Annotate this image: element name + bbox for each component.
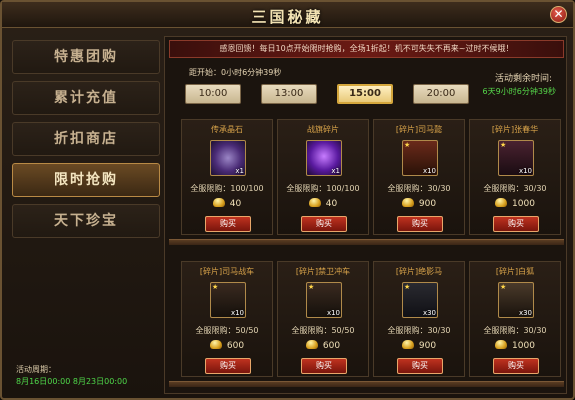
item-card: [碎片]司马懿 ★ x10 全服限购：30/30 900 购买 xyxy=(373,119,465,235)
star-icon: ★ xyxy=(500,283,507,291)
item-qty: x10 xyxy=(518,167,532,175)
item-qty: x10 xyxy=(422,167,436,175)
item-qty: x10 xyxy=(326,309,340,317)
item-price: 1000 xyxy=(470,340,560,351)
star-icon: ★ xyxy=(404,283,411,291)
tab-1300[interactable]: 13:00 xyxy=(261,84,317,104)
item-name: 战旗碎片 xyxy=(307,125,339,134)
item-limit: 全服限购：30/30 xyxy=(483,326,547,335)
close-button[interactable]: ✕ xyxy=(550,6,567,23)
chariot-icon[interactable]: ★ x10 xyxy=(306,282,342,318)
title-bar: 三国秘藏 ✕ xyxy=(2,2,573,28)
crystal-icon[interactable]: x1 xyxy=(306,140,342,176)
item-card: 战旗碎片 x1 全服限购：100/100 40 购买 xyxy=(277,119,369,235)
menu-item-treasures[interactable]: 天下珍宝 xyxy=(12,204,160,238)
shelf-divider xyxy=(169,381,564,387)
item-name: [碎片]司马懿 xyxy=(395,125,443,134)
item-price: 600 xyxy=(182,340,272,351)
sale-panel: 感恩回馈！每日10点开始限时抢购，全场1折起！机不可失失不再来~过时不候哦！ 距… xyxy=(164,36,567,394)
item-name: 传承晶石 xyxy=(211,125,243,134)
item-price: 900 xyxy=(374,340,464,351)
remaining-time-value: 6天9小时6分钟39秒 xyxy=(482,87,556,96)
horse-icon[interactable]: ★ x30 xyxy=(402,282,438,318)
buy-button[interactable]: 购买 xyxy=(493,358,539,374)
item-price: 40 xyxy=(278,198,368,209)
item-card: 传承晶石 x1 全服限购：100/100 40 购买 xyxy=(181,119,273,235)
tab-1000[interactable]: 10:00 xyxy=(185,84,241,104)
item-name: [碎片]绝影马 xyxy=(395,267,443,276)
item-name: [碎片]白狐 xyxy=(495,267,535,276)
star-icon: ★ xyxy=(212,283,219,291)
item-limit: 全服限购：30/30 xyxy=(387,184,451,193)
buy-button[interactable]: 购买 xyxy=(205,358,251,374)
menu-item-group-buy[interactable]: 特惠团购 xyxy=(12,40,160,74)
gold-ingot-icon xyxy=(495,340,508,349)
item-qty: x30 xyxy=(518,309,532,317)
buy-button[interactable]: 购买 xyxy=(205,216,251,232)
menu-item-cumulative-recharge[interactable]: 累计充值 xyxy=(12,81,160,115)
event-window: 三国秘藏 ✕ 特惠团购 累计充值 折扣商店 限时抢购 天下珍宝 活动周期： 8月… xyxy=(0,0,575,400)
item-limit: 全服限购：50/50 xyxy=(291,326,355,335)
item-price: 1000 xyxy=(470,198,560,209)
start-countdown: 距开始：0小时6分钟39秒 xyxy=(189,68,282,77)
buy-button[interactable]: 购买 xyxy=(301,358,347,374)
lady-portrait-icon[interactable]: ★ x10 xyxy=(498,140,534,176)
buy-button[interactable]: 购买 xyxy=(397,358,443,374)
event-period-label: 活动周期： xyxy=(16,365,56,374)
star-icon: ★ xyxy=(500,141,507,149)
tab-1500[interactable]: 15:00 xyxy=(337,84,393,104)
item-name: [碎片]张春华 xyxy=(491,125,539,134)
gold-ingot-icon xyxy=(495,198,508,207)
menu-item-discount-shop[interactable]: 折扣商店 xyxy=(12,122,160,156)
item-qty: x10 xyxy=(230,309,244,317)
buy-button[interactable]: 购买 xyxy=(301,216,347,232)
remaining-time-label: 活动剩余时间: xyxy=(494,74,552,84)
stone-icon[interactable]: x1 xyxy=(210,140,246,176)
item-card: [碎片]司马战车 ★ x10 全服限购：50/50 600 购买 xyxy=(181,261,273,377)
item-price: 600 xyxy=(278,340,368,351)
item-card: [碎片]禁卫冲车 ★ x10 全服限购：50/50 600 购买 xyxy=(277,261,369,377)
star-icon: ★ xyxy=(404,141,411,149)
item-qty: x30 xyxy=(422,309,436,317)
gold-ingot-icon xyxy=(401,198,414,207)
menu-item-flash-sale[interactable]: 限时抢购 xyxy=(12,163,160,197)
item-limit: 全服限购：100/100 xyxy=(190,184,264,193)
item-price: 40 xyxy=(182,198,272,209)
item-card: [碎片]绝影马 ★ x30 全服限购：30/30 900 购买 xyxy=(373,261,465,377)
gold-ingot-icon xyxy=(305,340,318,349)
tab-2000[interactable]: 20:00 xyxy=(413,84,469,104)
time-slot-tabs: 10:00 13:00 15:00 20:00 xyxy=(185,84,470,104)
star-icon: ★ xyxy=(308,283,315,291)
chariot-icon[interactable]: ★ x10 xyxy=(210,282,246,318)
gold-ingot-icon xyxy=(209,340,222,349)
item-card: [碎片]张春华 ★ x10 全服限购：30/30 1000 购买 xyxy=(469,119,561,235)
event-period: 活动周期： 8月16日00:00 8月23日00:00 xyxy=(16,364,127,388)
item-qty: x1 xyxy=(235,167,244,175)
event-period-value: 8月16日00:00 8月23日00:00 xyxy=(16,377,128,386)
window-title: 三国秘藏 xyxy=(251,8,324,26)
item-name: [碎片]司马战车 xyxy=(199,267,255,276)
buy-button[interactable]: 购买 xyxy=(493,216,539,232)
gold-ingot-icon xyxy=(308,198,321,207)
item-limit: 全服限购：30/30 xyxy=(483,184,547,193)
item-limit: 全服限购：30/30 xyxy=(387,326,451,335)
item-card: [碎片]白狐 ★ x30 全服限购：30/30 1000 购买 xyxy=(469,261,561,377)
gold-ingot-icon xyxy=(401,340,414,349)
item-price: 900 xyxy=(374,198,464,209)
item-name: [碎片]禁卫冲车 xyxy=(295,267,351,276)
buy-button[interactable]: 购买 xyxy=(397,216,443,232)
announcement-banner: 感恩回馈！每日10点开始限时抢购，全场1折起！机不可失失不再来~过时不候哦！ xyxy=(169,40,564,58)
item-limit: 全服限购：50/50 xyxy=(195,326,259,335)
item-limit: 全服限购：100/100 xyxy=(286,184,360,193)
general-portrait-icon[interactable]: ★ x10 xyxy=(402,140,438,176)
gold-ingot-icon xyxy=(212,198,225,207)
side-menu: 特惠团购 累计充值 折扣商店 限时抢购 天下珍宝 xyxy=(12,40,160,245)
fox-icon[interactable]: ★ x30 xyxy=(498,282,534,318)
shelf-divider xyxy=(169,239,564,245)
item-qty: x1 xyxy=(331,167,340,175)
